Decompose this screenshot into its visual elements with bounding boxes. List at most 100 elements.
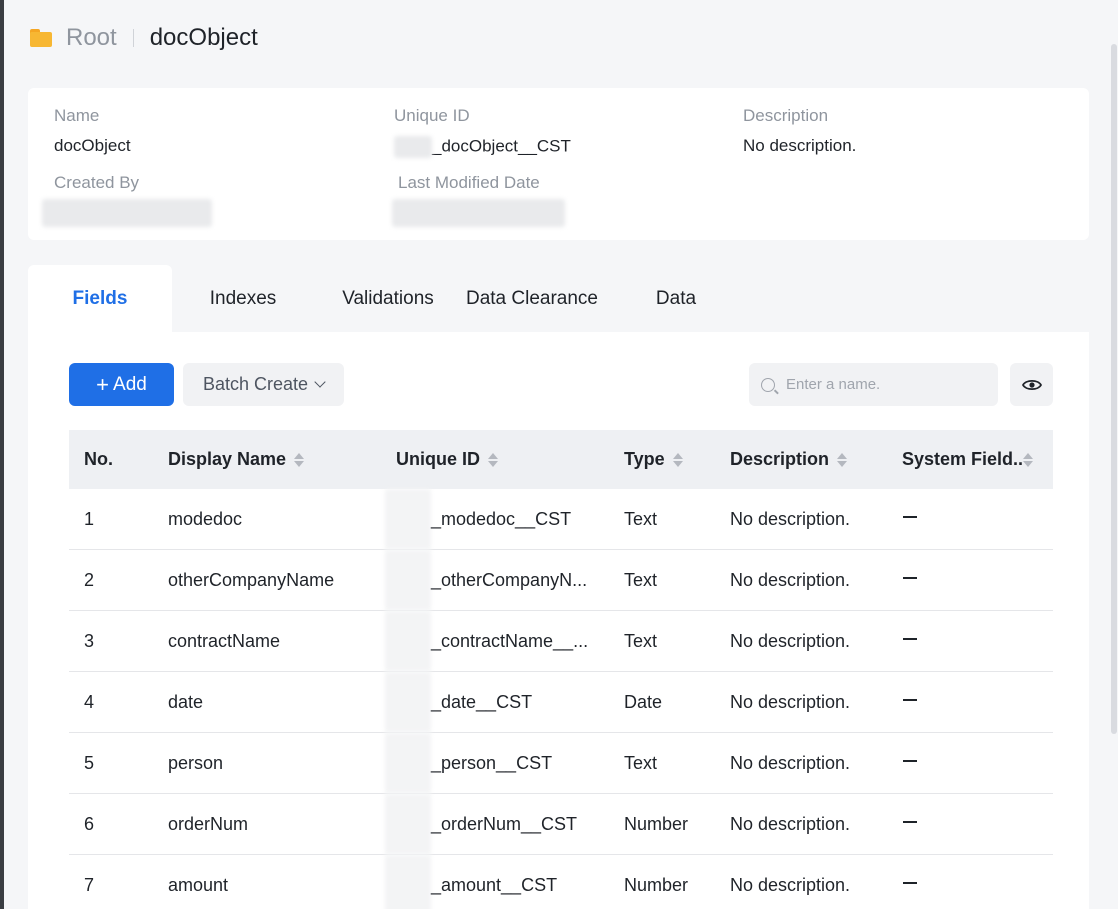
sort-icon[interactable] (672, 452, 683, 467)
sort-icon[interactable] (488, 452, 498, 467)
empty-dash-icon (903, 638, 917, 640)
cell-unique-id: _date__CST (431, 691, 533, 712)
batch-create-button[interactable]: Batch Create (183, 363, 344, 406)
description-value: No description. (743, 136, 857, 155)
empty-dash-icon (903, 821, 917, 823)
cell-display-name: otherCompanyName (168, 569, 335, 590)
table-row[interactable]: 7 amount _amount__CST Number No description. (69, 855, 1053, 909)
table-row[interactable]: 5 person _person__CST Text No description. (69, 733, 1053, 794)
last-modified-label: Last Modified Date (398, 173, 540, 192)
cell-description: No description. (730, 813, 851, 834)
redacted-creator (42, 199, 212, 227)
redacted-prefix (385, 550, 431, 610)
cell-type: Text (624, 569, 658, 590)
search-input[interactable] (786, 376, 976, 393)
cell-system-field (903, 611, 917, 671)
redacted-prefix (385, 733, 431, 793)
redacted-prefix (394, 136, 432, 158)
scrollbar-thumb[interactable] (1111, 44, 1117, 734)
cell-description: No description. (730, 508, 851, 529)
empty-dash-icon (903, 882, 917, 884)
cell-type: Text (624, 508, 658, 529)
created-by-value (42, 199, 212, 227)
folder-icon (30, 29, 52, 47)
unique-id-value: _docObject__CST (432, 136, 571, 156)
tab-data[interactable]: Data (638, 265, 714, 332)
page-title: docObject (149, 24, 258, 51)
info-unique-id: Unique ID _docObject__CST (394, 106, 571, 158)
cell-unique-id: _person__CST (431, 752, 553, 773)
cell-unique-id: _otherCompanyN... (431, 569, 588, 590)
cell-system-field (903, 672, 917, 732)
cell-no: 1 (84, 508, 95, 529)
tab-indexes[interactable]: Indexes (188, 265, 298, 332)
redacted-prefix (385, 489, 431, 549)
cell-description: No description. (730, 691, 851, 712)
scrollbar[interactable] (1109, 0, 1118, 909)
tab-data-clearance[interactable]: Data Clearance (458, 265, 606, 332)
cell-no: 7 (84, 874, 95, 895)
info-last-modified: Last Modified Date (392, 173, 565, 227)
header-system-field[interactable]: System Field.. (902, 430, 1034, 489)
table-row[interactable]: 6 orderNum _orderNum__CST Number No descript… (69, 794, 1053, 855)
header-type[interactable]: Type (624, 430, 683, 489)
cell-display-name: modedoc (168, 508, 243, 529)
add-button[interactable]: + Add (69, 363, 174, 406)
created-by-label: Created By (54, 173, 140, 192)
cell-display-name: date (168, 691, 204, 712)
cell-no: 6 (84, 813, 95, 834)
cell-type: Text (624, 630, 658, 651)
cell-unique-id: _amount__CST (431, 874, 558, 895)
plus-icon: + (96, 371, 110, 397)
cell-description: No description. (730, 569, 851, 590)
cell-description: No description. (730, 752, 851, 773)
breadcrumb-root[interactable]: Root (66, 24, 117, 52)
table-row[interactable]: 2 otherCompanyName _otherCompanyN... Text No… (69, 550, 1053, 611)
info-name: Name docObject (54, 106, 131, 156)
empty-dash-icon (903, 699, 917, 701)
chevron-down-icon (314, 376, 326, 388)
cell-display-name: contractName (168, 630, 281, 651)
fields-panel: +Add Batch Create No. Display Name Uniqu… (28, 332, 1089, 909)
sort-icon[interactable] (1023, 452, 1034, 467)
redacted-date (392, 199, 565, 227)
cell-no: 5 (84, 752, 95, 773)
sort-icon[interactable] (837, 452, 848, 467)
cell-unique-id: _contractName__... (431, 630, 589, 651)
tab-fields[interactable]: Fields (28, 265, 172, 332)
add-label: Add (113, 373, 147, 395)
batch-create-label: Batch Create (202, 374, 309, 394)
cell-display-name: orderNum (168, 813, 249, 834)
breadcrumb-separator (132, 29, 134, 47)
table-row[interactable]: 3 contractName _contractName__... Text No de… (69, 611, 1053, 672)
object-info-card: Name docObject Unique ID _docObject__CST… (28, 88, 1089, 240)
table-header: No. Display Name Unique ID Type Descript… (69, 430, 1053, 489)
info-description: Description No description. (743, 106, 856, 156)
description-label: Description (743, 106, 829, 125)
search-box[interactable] (749, 363, 998, 406)
empty-dash-icon (903, 577, 917, 579)
tab-validations[interactable]: Validations (328, 265, 448, 332)
header-unique-id[interactable]: Unique ID (396, 430, 498, 489)
sort-icon[interactable] (294, 452, 305, 467)
table-row[interactable]: 1 modedoc _modedoc__CST Text No description. (69, 489, 1053, 550)
cell-system-field (903, 489, 917, 549)
empty-dash-icon (903, 516, 917, 518)
header-display-name[interactable]: Display Name (168, 430, 305, 489)
column-visibility-button[interactable] (1010, 363, 1053, 406)
breadcrumb: Root docObject (30, 22, 258, 54)
cell-unique-id: _orderNum__CST (431, 813, 578, 834)
table-row[interactable]: 4 date _date__CST Date No description. (69, 672, 1053, 733)
header-no: No. (84, 449, 113, 469)
info-created-by: Created By (42, 173, 212, 227)
redacted-prefix (385, 672, 431, 732)
empty-dash-icon (903, 760, 917, 762)
header-description[interactable]: Description (730, 430, 848, 489)
cell-system-field (903, 733, 917, 793)
unique-id-value-row: _docObject__CST (394, 136, 571, 158)
eye-icon (1021, 379, 1042, 390)
unique-id-label: Unique ID (394, 106, 470, 125)
tabs-bar: Fields Indexes Validations Data Clearanc… (28, 265, 1089, 332)
fields-table: No. Display Name Unique ID Type Descript… (69, 430, 1053, 909)
cell-system-field (903, 855, 917, 909)
